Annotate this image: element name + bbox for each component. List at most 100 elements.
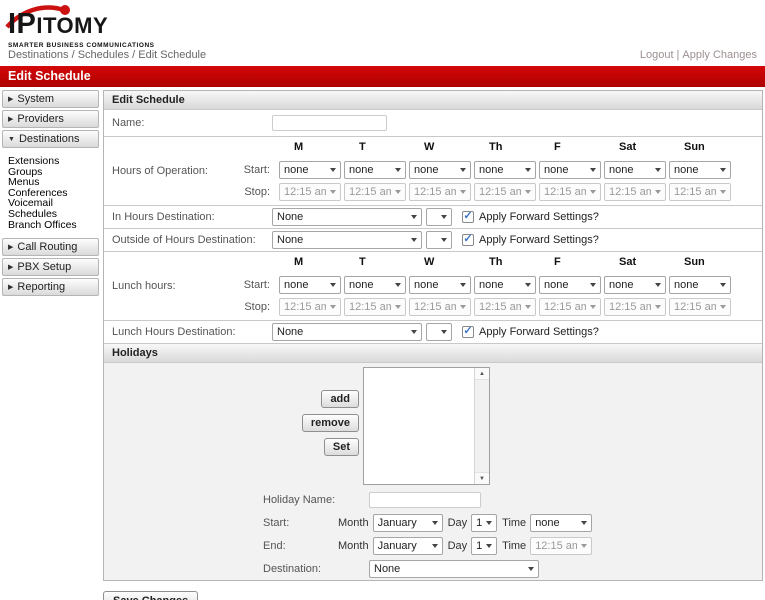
- select-value: none: [479, 279, 503, 291]
- holiday-remove-button[interactable]: remove: [302, 414, 359, 432]
- select-value: None: [277, 234, 303, 246]
- sidebar-section-providers[interactable]: ▶Providers: [2, 110, 99, 128]
- hours-of-operation-label: Hours of Operation:: [112, 165, 208, 177]
- check-icon: ✓: [463, 326, 472, 337]
- chevron-down-icon: [395, 190, 401, 194]
- lunch-hours-destination-select[interactable]: None: [272, 323, 422, 341]
- hours-of-operation-stop-select-f: 12:15 am: [539, 183, 601, 201]
- in-hours-destination-secondary-select[interactable]: [426, 208, 452, 226]
- select-value: 12:15 am: [284, 301, 326, 313]
- in-hours-destination-select[interactable]: None: [272, 208, 422, 226]
- select-value: none: [674, 164, 698, 176]
- scroll-up-icon[interactable]: ▲: [475, 368, 489, 380]
- hours-of-operation-start-select-t[interactable]: none: [344, 161, 406, 179]
- scroll-down-icon[interactable]: ▼: [475, 472, 489, 484]
- hours-of-operation-start-select-w[interactable]: none: [409, 161, 471, 179]
- end-day-select[interactable]: 1: [471, 537, 497, 555]
- start-time-label: Time: [502, 517, 526, 529]
- select-value: 12:15 am: [479, 186, 521, 198]
- holiday-name-label: Holiday Name:: [263, 494, 369, 506]
- day-header-w: W: [409, 141, 471, 157]
- holiday-name-input[interactable]: [369, 492, 481, 508]
- sidebar-section-label: Call Routing: [17, 241, 77, 253]
- start-time-select[interactable]: none: [530, 514, 592, 532]
- holiday-destination-select[interactable]: None: [369, 560, 539, 578]
- select-value: none: [414, 164, 438, 176]
- sidebar-item-extensions[interactable]: Extensions: [8, 156, 99, 167]
- sidebar-sublist: ExtensionsGroupsMenusConferencesVoicemai…: [2, 150, 99, 238]
- chevron-down-icon: [441, 215, 447, 219]
- end-month-label: Month: [338, 540, 369, 552]
- day-header-m: M: [279, 141, 341, 157]
- chevron-collapsed-icon: ▶: [8, 283, 13, 291]
- hours-of-operation-start-select-th[interactable]: none: [474, 161, 536, 179]
- sidebar-item-branch-offices[interactable]: Branch Offices: [8, 220, 99, 231]
- sidebar-section-reporting[interactable]: ▶Reporting: [2, 278, 99, 296]
- in-hours-apply-forward-checkbox[interactable]: ✓: [462, 211, 474, 223]
- select-value: January: [378, 517, 417, 529]
- chevron-down-icon: [441, 330, 447, 334]
- lunch-hours-apply-forward-label: Apply Forward Settings?: [479, 326, 599, 338]
- chevron-down-icon: [330, 190, 336, 194]
- scrollbar[interactable]: ▲ ▼: [474, 368, 489, 484]
- select-value: none: [349, 164, 373, 176]
- lunch-hours-start-label: Start:: [176, 279, 276, 291]
- select-value: None: [277, 326, 303, 338]
- hours-of-operation-start-select-m[interactable]: none: [279, 161, 341, 179]
- sidebar-section-system[interactable]: ▶System: [2, 90, 99, 108]
- sidebar-section-label: Destinations: [19, 133, 80, 145]
- sidebar: ▶System ▶Providers ▼Destinations Extensions…: [2, 90, 99, 298]
- lunch-hours-start-select-t[interactable]: none: [344, 276, 406, 294]
- start-day-select[interactable]: 1: [471, 514, 497, 532]
- logout-link[interactable]: Logout: [640, 49, 674, 61]
- sidebar-section-destinations[interactable]: ▼Destinations: [2, 130, 99, 148]
- chevron-down-icon: [525, 283, 531, 287]
- main-column: Edit Schedule Name: Hours of Operation: …: [103, 90, 763, 600]
- apply-changes-link[interactable]: Apply Changes: [682, 49, 757, 61]
- chevron-down-icon: [330, 305, 336, 309]
- lunch-hours-start-select-f[interactable]: none: [539, 276, 601, 294]
- name-input[interactable]: [272, 115, 387, 131]
- check-icon: ✓: [463, 234, 472, 245]
- day-header-f: F: [539, 256, 601, 272]
- sidebar-section-call-routing[interactable]: ▶Call Routing: [2, 238, 99, 256]
- save-changes-button[interactable]: Save Changes: [103, 591, 198, 600]
- outside-hours-apply-forward-checkbox[interactable]: ✓: [462, 234, 474, 246]
- hours-of-operation-start-select-sat[interactable]: none: [604, 161, 666, 179]
- sidebar-section-pbx-setup[interactable]: ▶PBX Setup: [2, 258, 99, 276]
- select-value: none: [544, 279, 568, 291]
- hours-of-operation-start-select-sun[interactable]: none: [669, 161, 731, 179]
- chevron-down-icon: [525, 305, 531, 309]
- lunch-hours-start-select-m[interactable]: none: [279, 276, 341, 294]
- select-value: none: [674, 279, 698, 291]
- holiday-listbox[interactable]: ▲ ▼: [363, 367, 490, 485]
- select-value: none: [284, 164, 308, 176]
- outside-hours-destination-secondary-select[interactable]: [426, 231, 452, 249]
- chevron-collapsed-icon: ▶: [8, 95, 13, 103]
- lunch-hours-start-select-w[interactable]: none: [409, 276, 471, 294]
- hours-of-operation-start-select-f[interactable]: none: [539, 161, 601, 179]
- lunch-hours-start-select-sat[interactable]: none: [604, 276, 666, 294]
- select-value: 12:15 am: [544, 301, 586, 313]
- end-time-label: Time: [502, 540, 526, 552]
- chevron-down-icon: [720, 283, 726, 287]
- lunch-hours-stop-select-sun: 12:15 am: [669, 298, 731, 316]
- start-month-label: Month: [338, 517, 369, 529]
- in-hours-destination-row: In Hours Destination: None ✓ Apply Forwa…: [104, 205, 762, 228]
- chevron-down-icon: [411, 238, 417, 242]
- hours-of-operation-stop-select-sat: 12:15 am: [604, 183, 666, 201]
- holiday-add-button[interactable]: add: [321, 390, 359, 408]
- chevron-down-icon: [590, 283, 596, 287]
- lunch-hours-start-select-th[interactable]: none: [474, 276, 536, 294]
- select-value: none: [479, 164, 503, 176]
- end-month-select[interactable]: January: [373, 537, 443, 555]
- outside-hours-destination-select[interactable]: None: [272, 231, 422, 249]
- select-value: 12:15 am: [349, 186, 391, 198]
- lunch-hours-start-select-sun[interactable]: none: [669, 276, 731, 294]
- sidebar-item-schedules[interactable]: Schedules: [8, 209, 99, 220]
- lunch-hours-apply-forward-checkbox[interactable]: ✓: [462, 326, 474, 338]
- lunch-hours-destination-secondary-select[interactable]: [426, 323, 452, 341]
- holiday-set-button[interactable]: Set: [324, 438, 359, 456]
- day-header-t: T: [344, 256, 406, 272]
- start-month-select[interactable]: January: [373, 514, 443, 532]
